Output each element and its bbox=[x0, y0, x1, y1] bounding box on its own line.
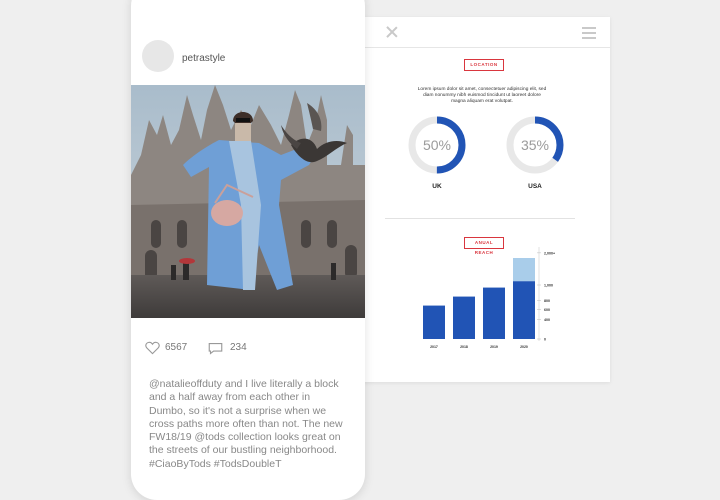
uk-label: UK bbox=[432, 183, 442, 190]
usa-donut: 35% bbox=[505, 115, 565, 175]
bar-2019 bbox=[483, 287, 505, 339]
likes-count: 6567 bbox=[165, 342, 188, 353]
annual-reach-chart: 2017 2018 2019 2020 0 400 600 800 1,000 2,000+ bbox=[423, 247, 555, 349]
instagram-post-card: petrastyle 6567 234 @natalieoffduty and … bbox=[131, 0, 365, 500]
x-tick-2020: 2020 bbox=[520, 345, 528, 349]
x-tick-2018: 2018 bbox=[460, 345, 468, 349]
analytics-panel: LOCATION Lorem ipsum dolor sit amet, con… bbox=[345, 17, 610, 382]
y-tick-0: 0 bbox=[544, 338, 546, 342]
post-caption: @natalieoffduty and I live literally a b… bbox=[149, 378, 343, 470]
heart-icon[interactable] bbox=[145, 341, 160, 355]
bar-2020 bbox=[513, 281, 535, 339]
location-description: Lorem ipsum dolor sit amet, consectetuer… bbox=[417, 87, 547, 104]
username[interactable]: petrastyle bbox=[182, 53, 225, 64]
y-tick-2,000+: 2,000+ bbox=[544, 251, 555, 255]
close-icon[interactable] bbox=[386, 26, 398, 38]
usa-percent: 35% bbox=[520, 137, 550, 153]
bar-2018 bbox=[453, 296, 475, 339]
y-tick-800: 800 bbox=[544, 299, 550, 303]
comments-count: 234 bbox=[230, 342, 247, 353]
y-tick-1,000: 1,000 bbox=[544, 284, 553, 288]
y-tick-400: 400 bbox=[544, 318, 550, 322]
avatar[interactable] bbox=[142, 40, 174, 72]
bar-2017 bbox=[423, 305, 445, 339]
uk-donut: 50% bbox=[407, 115, 467, 175]
location-tag: LOCATION bbox=[464, 59, 504, 71]
x-tick-2019: 2019 bbox=[490, 345, 498, 349]
bar-2020-projection bbox=[513, 258, 535, 282]
divider bbox=[385, 218, 575, 219]
hamburger-menu-icon[interactable] bbox=[582, 27, 596, 39]
usa-label: USA bbox=[528, 183, 542, 190]
x-tick-2017: 2017 bbox=[430, 345, 438, 349]
post-photo[interactable] bbox=[131, 85, 365, 318]
comment-icon[interactable] bbox=[208, 342, 223, 355]
panel-header bbox=[345, 17, 610, 48]
uk-percent: 50% bbox=[422, 137, 452, 153]
y-tick-600: 600 bbox=[544, 308, 550, 312]
